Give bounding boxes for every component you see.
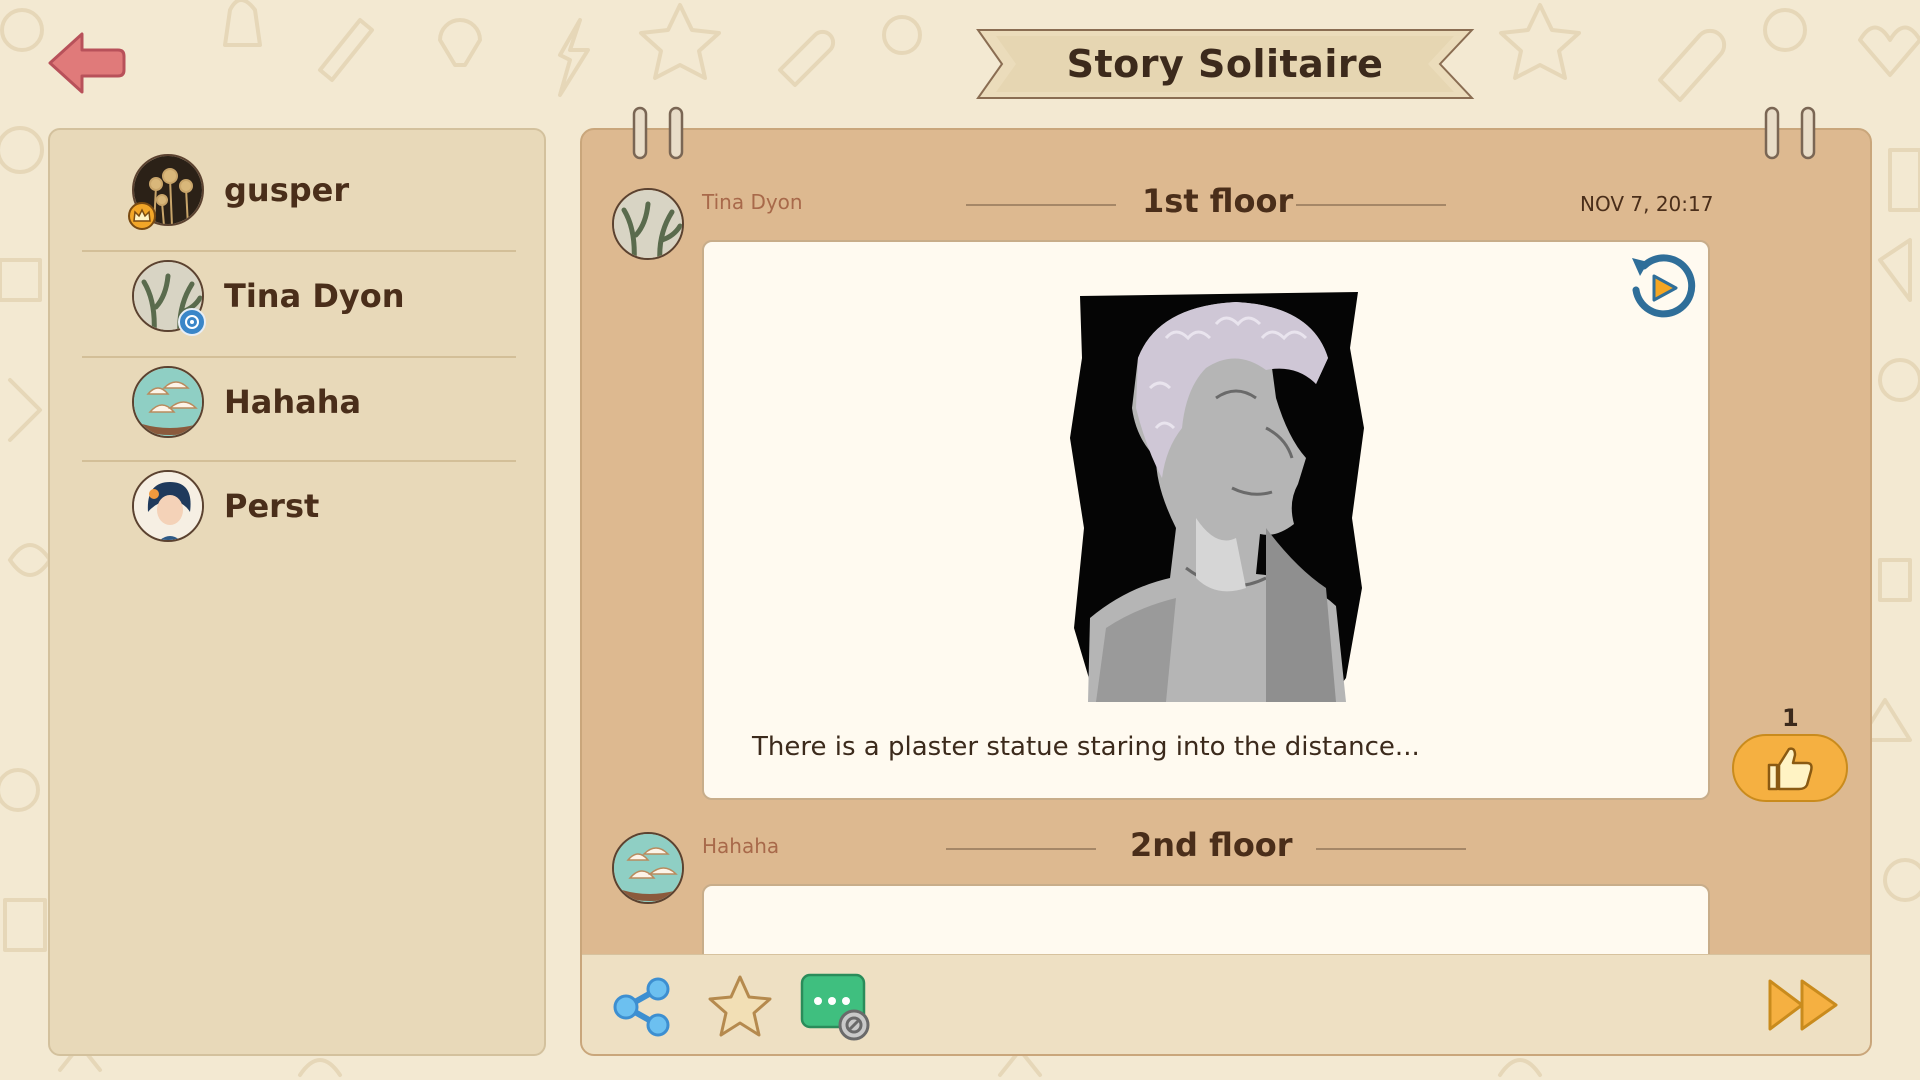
share-icon — [613, 977, 670, 1037]
floor-author-avatar[interactable] — [612, 188, 684, 260]
player-item[interactable]: Tina Dyon — [82, 244, 516, 348]
floor-author-name: Tina Dyon — [702, 190, 803, 214]
title-banner: Story Solitaire — [972, 26, 1478, 102]
story-caption: There is a plaster statue staring into t… — [752, 732, 1420, 762]
bottom-toolbar — [582, 954, 1870, 1054]
target-icon — [178, 308, 206, 336]
binder-rings-left — [632, 106, 684, 160]
favorite-button[interactable] — [706, 973, 774, 1043]
fast-forward-icon — [1768, 979, 1838, 1031]
share-button[interactable] — [610, 975, 676, 1043]
player-name: gusper — [224, 171, 350, 209]
star-icon — [708, 975, 772, 1037]
thumbs-up-icon — [1767, 747, 1813, 791]
avatar — [132, 366, 204, 438]
player-name: Tina Dyon — [224, 277, 405, 315]
chat-disabled-icon — [800, 973, 870, 1041]
floor-author-name: Hahaha — [702, 834, 780, 858]
floor-title: 2nd floor — [1130, 826, 1293, 864]
player-item[interactable]: Hahaha — [82, 350, 516, 454]
divider — [1296, 204, 1446, 206]
divider — [1316, 848, 1466, 850]
like-button[interactable] — [1732, 734, 1848, 802]
story-drawing — [1070, 292, 1364, 702]
fast-forward-button[interactable] — [1766, 977, 1842, 1037]
floor-author-avatar[interactable] — [612, 832, 684, 904]
replay-icon — [1632, 254, 1696, 318]
floor-title: 1st floor — [1142, 182, 1294, 220]
player-list: gusper Tina Dyon Hahaha Perst — [48, 128, 546, 1056]
back-arrow-icon — [48, 32, 126, 94]
player-name: Hahaha — [224, 383, 362, 421]
binder-rings-right — [1764, 106, 1816, 160]
player-name: Perst — [224, 487, 320, 525]
divider — [966, 204, 1116, 206]
crown-icon — [128, 202, 156, 230]
avatar — [132, 470, 204, 542]
back-button[interactable] — [46, 30, 128, 96]
like-count: 1 — [1782, 704, 1799, 732]
player-item[interactable]: gusper — [82, 138, 516, 242]
replay-button[interactable] — [1624, 250, 1700, 326]
player-item[interactable]: Perst — [82, 454, 516, 558]
story-panel: Tina Dyon 1st floor NOV 7, 20:17 There i… — [580, 128, 1872, 1056]
chat-disabled-button[interactable] — [800, 973, 872, 1045]
divider — [946, 848, 1096, 850]
floor-timestamp: NOV 7, 20:17 — [1580, 192, 1714, 216]
page-title: Story Solitaire — [1066, 42, 1384, 86]
story-card: There is a plaster statue staring into t… — [702, 240, 1710, 800]
